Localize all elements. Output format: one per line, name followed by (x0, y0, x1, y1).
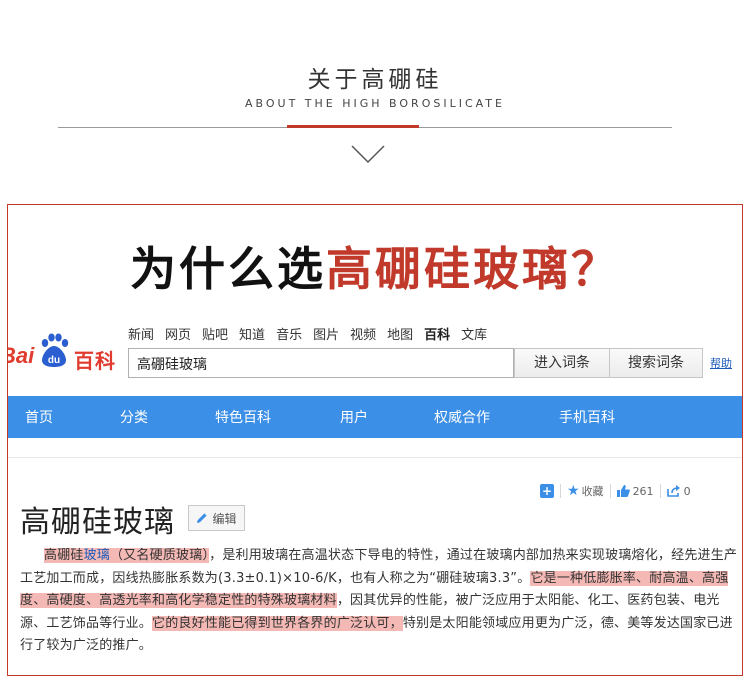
logo-paw-text: du (48, 355, 60, 366)
pencil-icon (197, 513, 208, 523)
star-icon[interactable]: ★ (567, 483, 580, 499)
main-nav-mobile[interactable]: 手机百科 (559, 407, 615, 427)
nav-link-wenku[interactable]: 文库 (461, 324, 487, 343)
baike-main-nav: 首页 分类 特色百科 用户 权威合作 手机百科 (8, 396, 742, 438)
add-icon[interactable]: + (540, 484, 554, 498)
main-nav-home[interactable]: 首页 (25, 407, 53, 427)
edit-button[interactable]: 编辑 (188, 505, 245, 531)
nav-link-web[interactable]: 网页 (165, 324, 191, 343)
favorite-label[interactable]: 收藏 (582, 483, 604, 499)
search-entry-button[interactable]: 搜索词条 (609, 348, 703, 378)
headline-prefix: 为什么选 (130, 242, 326, 296)
stats-separator (560, 484, 561, 498)
section-header: 关于高硼硅 ABOUT THE HIGH BOROSILICATE (0, 0, 750, 200)
main-nav-categories[interactable]: 分类 (120, 407, 148, 427)
nav-link-news[interactable]: 新闻 (128, 324, 154, 343)
help-link[interactable]: 帮助 (710, 355, 732, 371)
nav-link-zhidao[interactable]: 知道 (239, 324, 265, 343)
logo-baike-text: 百科 (74, 349, 116, 373)
nav-link-baike[interactable]: 百科 (424, 324, 450, 343)
highlight-recognition: 它的良好性能已得到世界各界的广泛认可， (152, 615, 403, 631)
nav-link-map[interactable]: 地图 (387, 324, 413, 343)
nav-link-video[interactable]: 视频 (350, 324, 376, 343)
baidu-paw-icon: du (41, 333, 69, 367)
baidu-product-nav: 新闻 网页 贴吧 知道 音乐 图片 视频 地图 百科 文库 (128, 324, 498, 343)
search-input[interactable]: 高硼硅玻璃 (128, 348, 514, 378)
main-nav-featured[interactable]: 特色百科 (215, 407, 271, 427)
edit-button-label: 编辑 (212, 511, 237, 526)
headline-highlight: 高硼硅玻璃？ (326, 242, 620, 296)
main-nav-users[interactable]: 用户 (340, 407, 368, 427)
share-count: 0 (683, 484, 691, 498)
stats-separator (659, 484, 661, 498)
share-icon[interactable] (666, 485, 680, 497)
baidu-baike-logo[interactable]: Bai du 百科 (8, 331, 128, 375)
logo-bai-text: Bai (8, 343, 35, 368)
header-accent-bar (287, 125, 419, 128)
term-text: 高硼硅 (44, 548, 84, 563)
nav-link-tieba[interactable]: 贴吧 (202, 324, 228, 343)
enter-entry-button[interactable]: 进入词条 (514, 348, 610, 378)
nav-link-music[interactable]: 音乐 (276, 324, 302, 343)
nav-link-images[interactable]: 图片 (313, 324, 339, 343)
screenshot-frame: 为什么选高硼硅玻璃？ Bai du 百科 新闻 网页 贴吧 知道 音乐 图片 视… (7, 204, 743, 676)
main-nav-authority[interactable]: 权威合作 (434, 407, 490, 427)
entry-title: 高硼硅玻璃 (20, 505, 175, 540)
term-alias: （又名硬质玻璃） (110, 548, 210, 563)
highlight-term: 高硼硅玻璃（又名硬质玻璃） (44, 548, 210, 563)
stats-separator (609, 484, 611, 498)
section-title: 关于高硼硅 (307, 67, 443, 93)
entry-stats-bar: + ★ 收藏 261 0 (540, 483, 691, 499)
entry-summary: 高硼硅玻璃（又名硬质玻璃），是利用玻璃在高温状态下导电的特性，通过在玻璃内部加热… (20, 545, 738, 658)
glass-link[interactable]: 玻璃 (84, 548, 110, 563)
thumbs-up-icon[interactable] (616, 485, 630, 497)
chevron-down-icon (351, 145, 385, 164)
headline-question: 为什么选高硼硅玻璃？ (8, 233, 742, 299)
like-count: 261 (632, 484, 654, 498)
section-subtitle: ABOUT THE HIGH BOROSILICATE (245, 97, 505, 110)
